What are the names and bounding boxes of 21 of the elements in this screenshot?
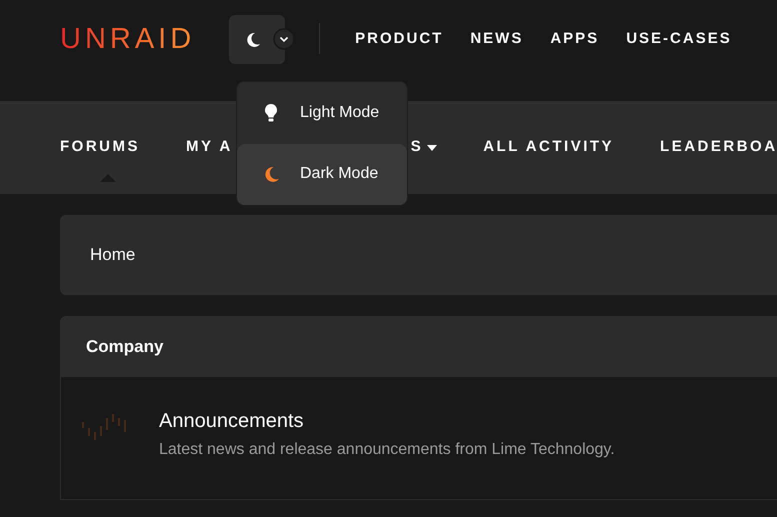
breadcrumb-link[interactable]: Home	[90, 242, 136, 268]
option-label: Dark Mode	[300, 164, 378, 184]
subnav-tab[interactable]: ALL ACTIVITY	[483, 136, 614, 159]
lightbulb-icon	[263, 102, 279, 123]
subnav-tab[interactable]: MY A	[186, 136, 233, 159]
forum-title[interactable]: Announcements	[159, 408, 615, 434]
subnav-tab[interactable]: FORUMS	[60, 136, 140, 159]
chevron-down-icon[interactable]	[273, 28, 296, 50]
nav-link[interactable]: NEWS	[470, 29, 524, 49]
nav-link[interactable]: APPS	[550, 29, 600, 49]
theme-toggle-button[interactable]	[229, 15, 286, 64]
nav-link[interactable]: USE-CASES	[626, 29, 732, 49]
moon-icon	[262, 166, 280, 183]
nav-link[interactable]: PRODUCT	[355, 29, 444, 49]
theme-option[interactable]: Dark Mode	[237, 144, 407, 205]
forum-description: Latest news and release announcements from Lime Technology.	[159, 440, 615, 460]
option-label: Light Mode	[300, 102, 380, 123]
subnav-tab[interactable]: LEADERBOA	[660, 136, 777, 159]
category-title: Company	[86, 336, 164, 358]
subnav-tab[interactable]: S	[410, 136, 424, 159]
moon-icon	[245, 32, 262, 48]
